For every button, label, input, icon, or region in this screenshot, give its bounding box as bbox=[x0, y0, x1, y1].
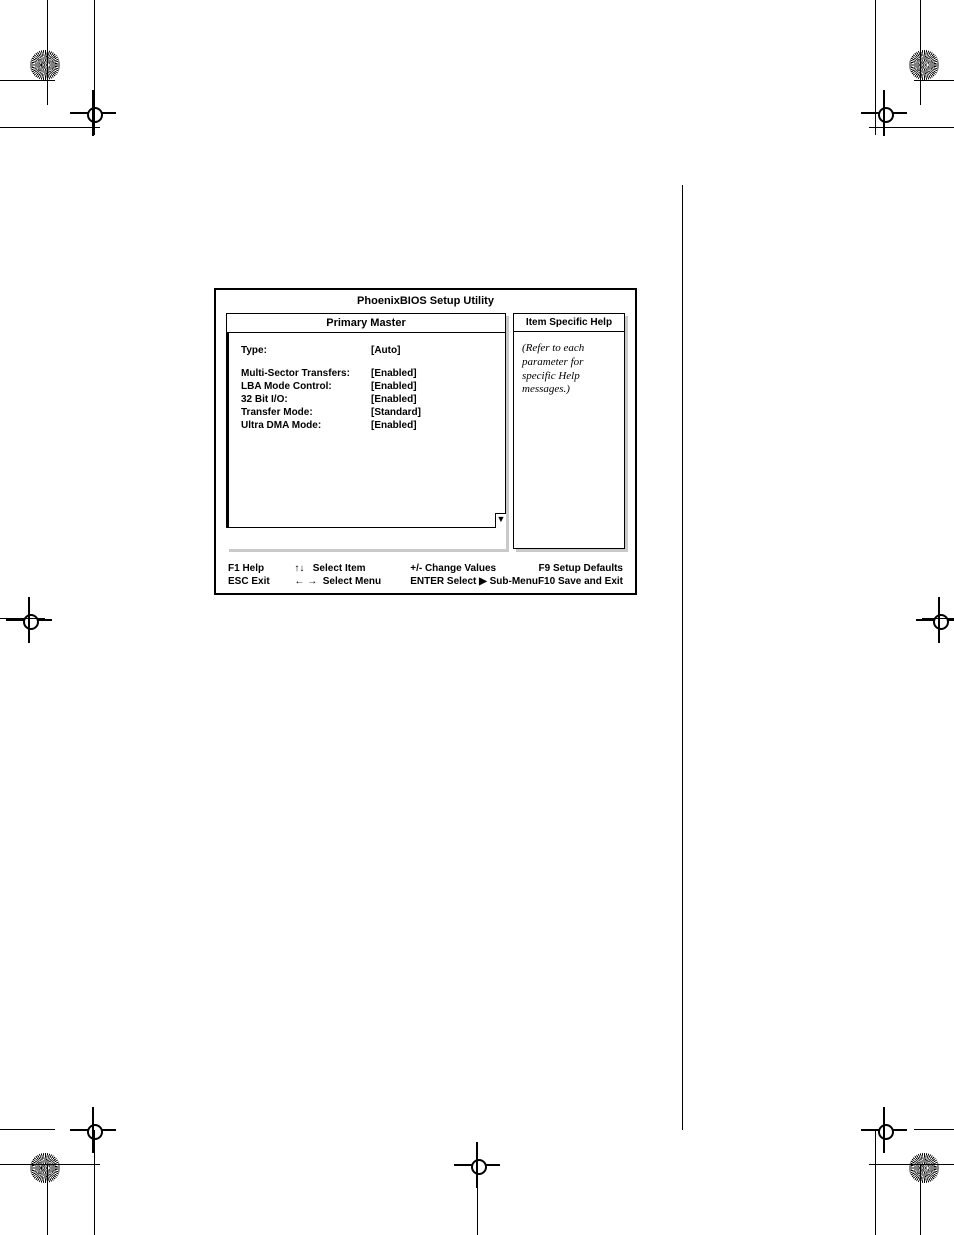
setting-value[interactable]: [Enabled] bbox=[371, 420, 421, 433]
crop-guide bbox=[0, 1164, 100, 1165]
registration-mark bbox=[884, 605, 954, 675]
crop-guide bbox=[0, 127, 100, 128]
registration-mark bbox=[14, 605, 84, 675]
crop-guide bbox=[47, 0, 48, 105]
bios-main-panel: Primary Master Type: [Auto] Multi-Sector… bbox=[226, 313, 506, 549]
registration-mark bbox=[30, 1115, 100, 1185]
setting-label: Ultra DMA Mode: bbox=[241, 420, 371, 433]
bios-window: PhoenixBIOS Setup Utility Primary Master… bbox=[214, 288, 637, 595]
registration-mark bbox=[869, 1115, 939, 1185]
legend-f10: F10 Save and Exit bbox=[538, 576, 623, 589]
crop-guide bbox=[875, 0, 876, 135]
bios-help-text: (Refer to each parameter for specific He… bbox=[513, 331, 625, 549]
crop-guide bbox=[0, 1129, 55, 1130]
bios-help-title: Item Specific Help bbox=[513, 313, 625, 331]
setting-row[interactable]: Multi-Sector Transfers: [Enabled] bbox=[241, 358, 421, 381]
column-divider bbox=[682, 185, 683, 1130]
legend-change-values: +/- Change Values bbox=[410, 563, 538, 576]
setting-row[interactable]: 32 Bit I/O: [Enabled] bbox=[241, 394, 421, 407]
setting-label: Type: bbox=[241, 345, 371, 358]
crop-guide bbox=[94, 1130, 95, 1235]
crop-guide bbox=[922, 618, 954, 619]
arrows-up-down-icon: ↑↓ bbox=[294, 563, 304, 574]
bios-title: PhoenixBIOS Setup Utility bbox=[216, 290, 635, 313]
setting-value[interactable]: [Enabled] bbox=[371, 358, 421, 381]
legend-esc: ESC Exit bbox=[228, 576, 294, 589]
setting-row[interactable]: Transfer Mode: [Standard] bbox=[241, 407, 421, 420]
crop-guide bbox=[47, 1165, 48, 1235]
setting-row[interactable]: Type: [Auto] bbox=[241, 345, 421, 358]
setting-label: Transfer Mode: bbox=[241, 407, 371, 420]
setting-label: 32 Bit I/O: bbox=[241, 394, 371, 407]
crop-guide bbox=[920, 1165, 921, 1235]
setting-value[interactable]: [Enabled] bbox=[371, 394, 421, 407]
crop-guide bbox=[914, 80, 954, 81]
setting-value[interactable]: [Enabled] bbox=[371, 381, 421, 394]
registration-mark bbox=[30, 50, 100, 120]
setting-label: Multi-Sector Transfers: bbox=[241, 358, 371, 381]
crop-guide bbox=[94, 0, 95, 135]
setting-value[interactable]: [Standard] bbox=[371, 407, 421, 420]
legend-select-item: Select Item bbox=[313, 563, 366, 574]
bios-panel-title: Primary Master bbox=[226, 313, 506, 332]
crop-guide bbox=[875, 1130, 876, 1235]
setting-label: LBA Mode Control: bbox=[241, 381, 371, 394]
crop-guide bbox=[0, 80, 55, 81]
bios-settings-list: Type: [Auto] Multi-Sector Transfers: [En… bbox=[226, 332, 506, 528]
crop-guide bbox=[869, 127, 954, 128]
setting-row[interactable]: LBA Mode Control: [Enabled] bbox=[241, 381, 421, 394]
setting-value[interactable]: [Auto] bbox=[371, 345, 421, 358]
bios-key-legend: F1 Help ↑↓ Select Item +/- Change Values… bbox=[228, 563, 623, 589]
crop-guide bbox=[477, 1180, 478, 1235]
bios-help-panel: Item Specific Help (Refer to each parame… bbox=[513, 313, 625, 549]
legend-select-menu: Select Menu bbox=[323, 576, 381, 587]
crop-guide bbox=[0, 618, 45, 619]
legend-f1: F1 Help bbox=[228, 563, 294, 576]
setting-row[interactable]: Ultra DMA Mode: [Enabled] bbox=[241, 420, 421, 433]
crop-guide bbox=[869, 1164, 954, 1165]
crop-guide bbox=[914, 1129, 954, 1130]
registration-mark bbox=[869, 50, 939, 120]
legend-f9: F9 Setup Defaults bbox=[538, 563, 623, 576]
scroll-down-icon[interactable]: ▼ bbox=[495, 513, 506, 528]
crop-guide bbox=[920, 0, 921, 105]
legend-enter-submenu: ENTER Select ▶ Sub-Menu bbox=[410, 576, 538, 589]
arrows-left-right-icon: ← → bbox=[294, 576, 317, 587]
